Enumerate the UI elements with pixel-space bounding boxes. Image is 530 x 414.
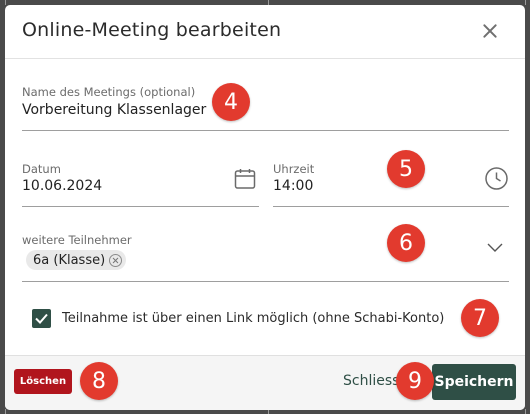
date-label: Datum xyxy=(22,162,61,176)
checkmark-icon xyxy=(35,313,48,324)
dialog-title: Online-Meeting bearbeiten xyxy=(22,19,282,41)
date-underline xyxy=(22,206,259,207)
meeting-name-underline xyxy=(22,130,509,131)
annotation-marker-8: 8 xyxy=(80,362,118,400)
annotation-marker-6: 6 xyxy=(387,224,425,262)
save-button[interactable]: Speichern xyxy=(432,364,516,400)
edit-meeting-dialog: Online-Meeting bearbeiten Name des Meeti… xyxy=(5,5,525,410)
chevron-down-icon[interactable] xyxy=(486,242,504,254)
clock-icon[interactable] xyxy=(484,166,509,191)
dialog-header: Online-Meeting bearbeiten xyxy=(5,5,525,59)
annotation-marker-4: 4 xyxy=(212,83,250,121)
participant-chip-label: 6a (Klasse) xyxy=(33,252,106,268)
annotation-marker-7: 7 xyxy=(461,299,499,337)
link-option-label[interactable]: Teilnahme ist über einen Link möglich (o… xyxy=(62,311,444,326)
participant-chip[interactable]: 6a (Klasse) xyxy=(26,250,127,270)
remove-chip-icon[interactable] xyxy=(109,253,123,267)
time-label: Uhrzeit xyxy=(273,162,315,176)
calendar-icon[interactable] xyxy=(233,167,257,191)
guide-line-right xyxy=(525,0,526,5)
participants-underline xyxy=(22,281,509,282)
participants-label: weitere Teilnehmer xyxy=(22,233,132,247)
close-icon[interactable] xyxy=(477,18,503,44)
meeting-name-input[interactable]: Vorbereitung Klassenlager xyxy=(22,102,206,118)
close-button[interactable]: Schliess xyxy=(343,373,399,389)
meeting-name-label: Name des Meetings (optional) xyxy=(22,85,196,99)
time-input[interactable]: 14:00 xyxy=(273,178,313,194)
guide-line-right-bottom xyxy=(525,409,526,414)
date-input[interactable]: 10.06.2024 xyxy=(22,178,102,194)
delete-button[interactable]: Löschen xyxy=(14,369,72,394)
annotation-marker-9: 9 xyxy=(396,362,434,400)
annotation-marker-5: 5 xyxy=(387,150,425,188)
time-underline xyxy=(273,206,509,207)
link-option-checkbox[interactable] xyxy=(32,309,51,328)
